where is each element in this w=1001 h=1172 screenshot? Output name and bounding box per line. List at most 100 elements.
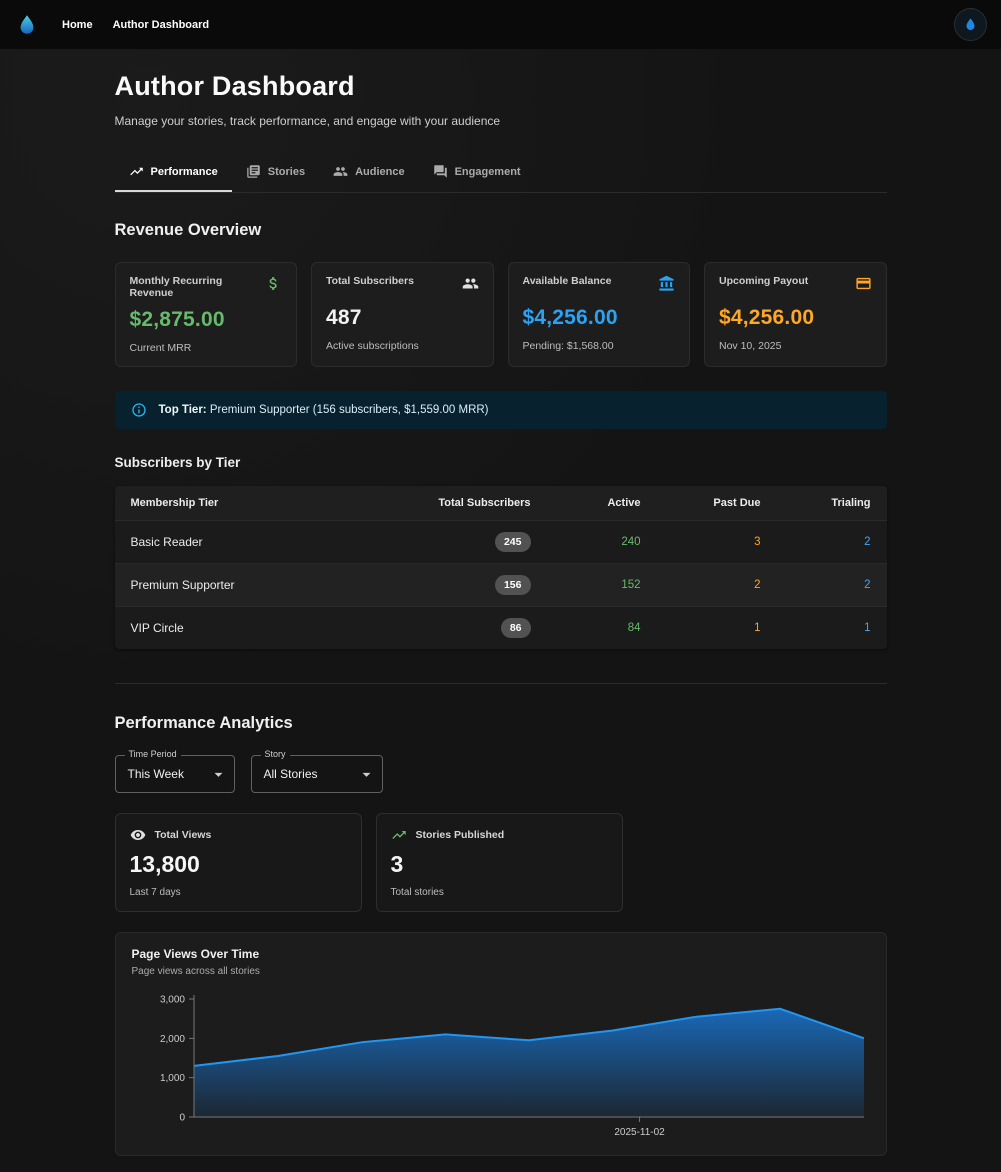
analytics-cards: Total Views 13,800 Last 7 days Stories P… — [115, 813, 887, 912]
mini-card-value: 3 — [391, 851, 608, 878]
svg-text:3,000: 3,000 — [159, 995, 184, 1006]
app-logo-droplet-icon — [14, 12, 40, 38]
stat-card-value: 487 — [326, 306, 479, 330]
svg-text:1,000: 1,000 — [159, 1073, 184, 1084]
stat-card-caption: Active subscriptions — [326, 340, 479, 352]
tier-name: VIP Circle — [115, 607, 397, 650]
mini-card-caption: Total stories — [391, 887, 608, 898]
top-navbar: Home Author Dashboard — [0, 0, 1001, 49]
dollar-icon — [265, 275, 282, 297]
top-tier-banner: Top Tier: Premium Supporter (156 subscri… — [115, 391, 887, 429]
active-count: 152 — [547, 564, 657, 607]
select-value: This Week — [128, 767, 184, 781]
mini-card-value: 13,800 — [130, 851, 347, 878]
trending-up-icon — [129, 164, 144, 179]
mini-card-caption: Last 7 days — [130, 887, 347, 898]
user-avatar[interactable] — [954, 8, 987, 41]
nav-link-home[interactable]: Home — [52, 13, 103, 37]
time-period-select[interactable]: Time Period This Week — [115, 755, 235, 793]
section-heading-analytics: Performance Analytics — [115, 714, 887, 733]
chevron-down-icon — [209, 765, 228, 784]
stat-card-caption: Current MRR — [130, 342, 283, 354]
col-past-due: Past Due — [657, 486, 777, 521]
avatar-droplet-icon — [963, 17, 978, 32]
tab-label: Engagement — [455, 166, 521, 178]
chart-subtitle: Page views across all stories — [132, 966, 870, 977]
nav-link-author-dashboard[interactable]: Author Dashboard — [103, 13, 220, 37]
tab-performance[interactable]: Performance — [115, 152, 232, 192]
col-membership-tier: Membership Tier — [115, 486, 397, 521]
stat-card-value: $2,875.00 — [130, 308, 283, 332]
trending-up-icon — [391, 827, 407, 843]
people-icon — [333, 164, 348, 179]
select-label: Time Period — [125, 749, 181, 759]
revenue-cards: Monthly Recurring Revenue $2,875.00 Curr… — [115, 262, 887, 367]
stat-card-title: Total Subscribers — [326, 275, 414, 287]
trialing-count: 2 — [777, 521, 887, 564]
page-views-chart[interactable]: 0 1,000 2,000 3,000 2025-11-02 — [132, 989, 870, 1145]
bank-icon — [658, 275, 675, 297]
table-header-row: Membership Tier Total Subscribers Active… — [115, 486, 887, 521]
stat-card-title: Available Balance — [523, 275, 612, 287]
analytics-filters: Time Period This Week Story All Stories — [115, 755, 887, 793]
tab-audience[interactable]: Audience — [319, 152, 419, 192]
tier-name: Premium Supporter — [115, 564, 397, 607]
trialing-count: 2 — [777, 564, 887, 607]
stat-card-payout: Upcoming Payout $4,256.00 Nov 10, 2025 — [704, 262, 887, 367]
table-row: VIP Circle 86 84 1 1 — [115, 607, 887, 650]
chart-card: Page Views Over Time Page views across a… — [115, 932, 887, 1156]
section-heading-tiers: Subscribers by Tier — [115, 455, 887, 470]
tab-label: Audience — [355, 166, 405, 178]
svg-text:0: 0 — [179, 1113, 185, 1124]
svg-text:2,000: 2,000 — [159, 1034, 184, 1045]
select-value: All Stories — [264, 767, 318, 781]
stat-card-total-views: Total Views 13,800 Last 7 days — [115, 813, 362, 912]
chat-icon — [433, 164, 448, 179]
stat-card-value: $4,256.00 — [523, 306, 676, 330]
total-chip: 245 — [495, 532, 531, 552]
story-select[interactable]: Story All Stories — [251, 755, 383, 793]
book-icon — [246, 164, 261, 179]
dashboard-tabs: Performance Stories Audience Engagement — [115, 152, 887, 193]
table-row: Basic Reader 245 240 3 2 — [115, 521, 887, 564]
tier-name: Basic Reader — [115, 521, 397, 564]
stat-card-value: $4,256.00 — [719, 306, 872, 330]
stat-card-caption: Pending: $1,568.00 — [523, 340, 676, 352]
tab-engagement[interactable]: Engagement — [419, 152, 535, 192]
past-due-count: 1 — [657, 607, 777, 650]
eye-icon — [130, 827, 146, 843]
top-tier-text: Top Tier: Premium Supporter (156 subscri… — [159, 404, 489, 416]
trialing-count: 1 — [777, 607, 887, 650]
tab-stories[interactable]: Stories — [232, 152, 319, 192]
svg-text:2025-11-02: 2025-11-02 — [614, 1127, 665, 1138]
page-subtitle: Manage your stories, track performance, … — [115, 114, 887, 128]
stat-card-balance: Available Balance $4,256.00 Pending: $1,… — [508, 262, 691, 367]
mini-card-title: Stories Published — [416, 829, 505, 841]
stat-card-mrr: Monthly Recurring Revenue $2,875.00 Curr… — [115, 262, 298, 367]
select-label: Story — [261, 749, 290, 759]
chart-title: Page Views Over Time — [132, 947, 870, 961]
chevron-down-icon — [357, 765, 376, 784]
tab-label: Performance — [151, 166, 218, 178]
table-row: Premium Supporter 156 152 2 2 — [115, 564, 887, 607]
total-chip: 86 — [501, 618, 531, 638]
col-active: Active — [547, 486, 657, 521]
active-count: 84 — [547, 607, 657, 650]
total-chip: 156 — [495, 575, 531, 595]
tab-label: Stories — [268, 166, 305, 178]
people-icon — [462, 275, 479, 297]
top-tier-label: Top Tier: — [159, 404, 207, 416]
col-total-subscribers: Total Subscribers — [397, 486, 547, 521]
tiers-table: Membership Tier Total Subscribers Active… — [115, 486, 887, 649]
main-content: Author Dashboard Manage your stories, tr… — [115, 49, 887, 1172]
active-count: 240 — [547, 521, 657, 564]
stat-card-subscribers: Total Subscribers 487 Active subscriptio… — [311, 262, 494, 367]
credit-card-icon — [855, 275, 872, 297]
page-title: Author Dashboard — [115, 71, 887, 102]
past-due-count: 2 — [657, 564, 777, 607]
stat-card-caption: Nov 10, 2025 — [719, 340, 872, 352]
col-trialing: Trialing — [777, 486, 887, 521]
stat-card-title: Upcoming Payout — [719, 275, 808, 287]
past-due-count: 3 — [657, 521, 777, 564]
section-heading-revenue: Revenue Overview — [115, 221, 887, 240]
